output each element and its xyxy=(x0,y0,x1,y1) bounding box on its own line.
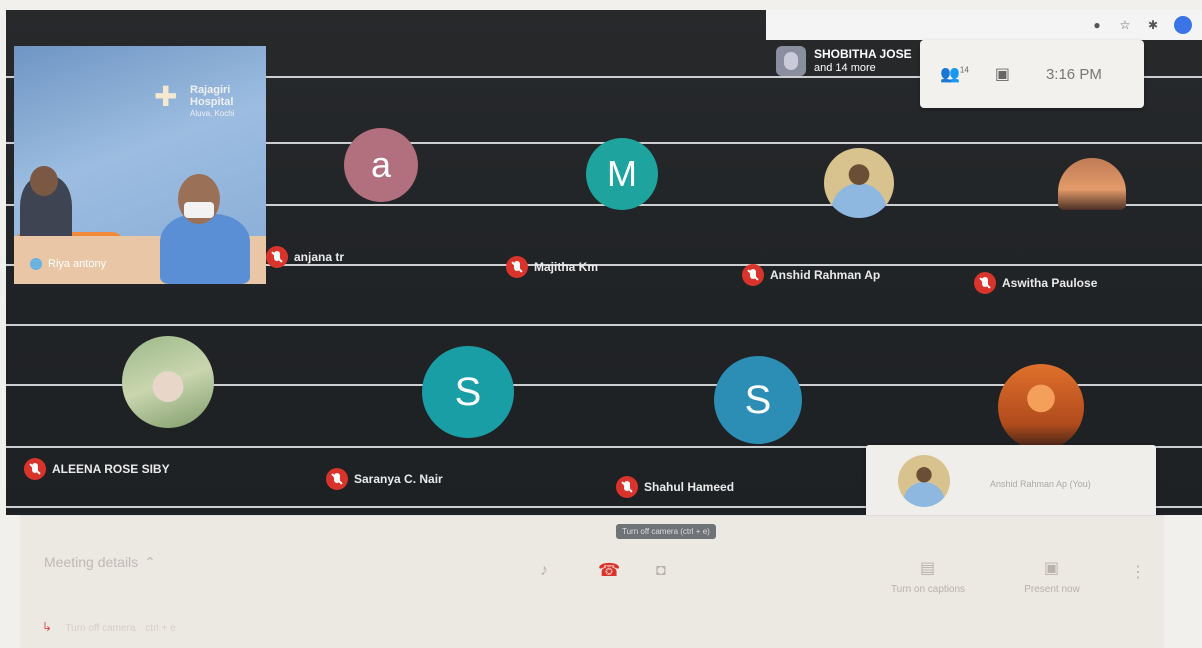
presenter-name: SHOBITHA JOSE xyxy=(814,47,912,61)
more-options-icon[interactable]: ⋮ xyxy=(1130,562,1146,582)
self-view-label: Anshid Rahman Ap (You) xyxy=(990,479,1091,489)
presenter-avatar xyxy=(776,46,806,76)
presenting-chip[interactable]: SHOBITHA JOSE and 14 more xyxy=(776,46,912,76)
end-call-icon[interactable]: ☎ xyxy=(598,560,620,581)
meeting-details-button[interactable]: Meeting details ⌃ xyxy=(44,554,156,571)
speaking-icon xyxy=(30,258,42,270)
people-count: 14 xyxy=(959,65,969,75)
meeting-toolbar: Meeting details ⌃ ♪ ☎ ◘ ▤ Turn on captio… xyxy=(20,515,1164,648)
presenter-tile-name: Riya antony xyxy=(30,258,106,270)
star-icon[interactable]: ☆ xyxy=(1118,18,1132,32)
people-icon[interactable]: 👥14 xyxy=(940,64,969,84)
profile-avatar[interactable] xyxy=(1174,16,1192,34)
presenter-video-tile[interactable]: ✚ Rajagiri Hospital Aluva, Kochi Riya an… xyxy=(14,46,266,284)
presenter-tile-label: Riya antony xyxy=(48,258,107,270)
participant-avatar-saranya[interactable]: S xyxy=(422,346,514,438)
banner-title: Rajagiri Hospital xyxy=(190,84,234,108)
participant-photo-unnamed[interactable] xyxy=(998,364,1084,450)
hospital-banner: Rajagiri Hospital Aluva, Kochi xyxy=(190,84,266,120)
participant-name-shahul: Shahul Hameed xyxy=(616,476,734,498)
camera-tooltip: Turn off camera (ctrl + e) xyxy=(616,524,716,539)
mic-off-icon xyxy=(616,476,638,498)
participant-name-saranya: Saranya C. Nair xyxy=(326,468,443,490)
camera-warning-shortcut: ctrl + e xyxy=(145,623,176,634)
presenter-sub: and 14 more xyxy=(814,62,876,74)
participant-name-aleena: ALEENA ROSE SIBY xyxy=(24,458,170,480)
person-right xyxy=(160,214,250,284)
present-icon[interactable]: ▣ xyxy=(1044,558,1059,578)
participant-photo-anshid[interactable] xyxy=(824,148,894,218)
camera-warning: ↳ Turn off camera ctrl + e xyxy=(42,620,176,634)
mic-off-icon xyxy=(506,256,528,278)
clock-time: 3:16 PM xyxy=(1045,65,1102,83)
camera-icon[interactable]: ◘ xyxy=(656,562,666,580)
participant-label: Saranya C. Nair xyxy=(354,472,443,486)
mic-icon[interactable]: ♪ xyxy=(540,562,548,580)
participant-label: anjana tr xyxy=(294,250,345,264)
extensions-icon[interactable]: ✱ xyxy=(1146,18,1160,32)
participant-name-anjana: anjana tr xyxy=(266,246,344,268)
captions-icon[interactable]: ▤ xyxy=(920,558,935,578)
participant-avatar-anjana[interactable]: a xyxy=(344,128,418,202)
participant-avatar-majitha[interactable]: M xyxy=(586,138,658,210)
chat-icon[interactable]: ▣ xyxy=(995,64,1010,84)
banner-sub: Aluva, Kochi xyxy=(190,109,235,118)
mic-off-icon xyxy=(326,468,348,490)
tab-icon[interactable]: ● xyxy=(1090,18,1104,32)
participant-label: Aswitha Paulose xyxy=(1002,276,1098,290)
meeting-screen: ● ☆ ✱ SHOBITHA JOSE and 14 more 👥14 ▣ 3:… xyxy=(6,10,1202,515)
self-photo xyxy=(898,455,950,507)
mic-off-icon xyxy=(266,246,288,268)
participant-avatar-shahul[interactable]: S xyxy=(714,356,802,444)
participant-label: Anshid Rahman Ap xyxy=(770,268,881,282)
chevron-up-icon: ⌃ xyxy=(144,554,156,570)
mic-off-icon xyxy=(24,458,46,480)
participant-name-aswitha: Aswitha Paulose xyxy=(974,272,1097,294)
participant-label: ALEENA ROSE SIBY xyxy=(52,462,170,476)
self-view-tile[interactable]: Anshid Rahman Ap (You) xyxy=(866,445,1156,519)
mic-off-icon xyxy=(742,264,764,286)
participant-label: Shahul Hameed xyxy=(644,480,735,494)
present-button-label[interactable]: Present now xyxy=(1010,584,1094,595)
participant-name-majitha: Majitha Km xyxy=(506,256,598,278)
captions-button-label[interactable]: Turn on captions xyxy=(878,584,978,595)
face-mask xyxy=(184,202,214,218)
top-right-panel: 👥14 ▣ 3:16 PM xyxy=(920,40,1144,108)
participant-label: Majitha Km xyxy=(534,260,599,274)
participant-name-anshid: Anshid Rahman Ap xyxy=(742,264,880,286)
participant-photo-aleena[interactable] xyxy=(122,336,214,428)
person-left-head xyxy=(30,166,58,196)
camera-warning-text: Turn off camera xyxy=(65,623,136,634)
participant-photo-aswitha[interactable] xyxy=(1058,158,1126,210)
browser-toolbar: ● ☆ ✱ xyxy=(766,10,1202,40)
meeting-details-label: Meeting details xyxy=(44,554,139,570)
hospital-logo-icon: ✚ xyxy=(154,81,178,112)
mic-off-icon xyxy=(974,272,996,294)
